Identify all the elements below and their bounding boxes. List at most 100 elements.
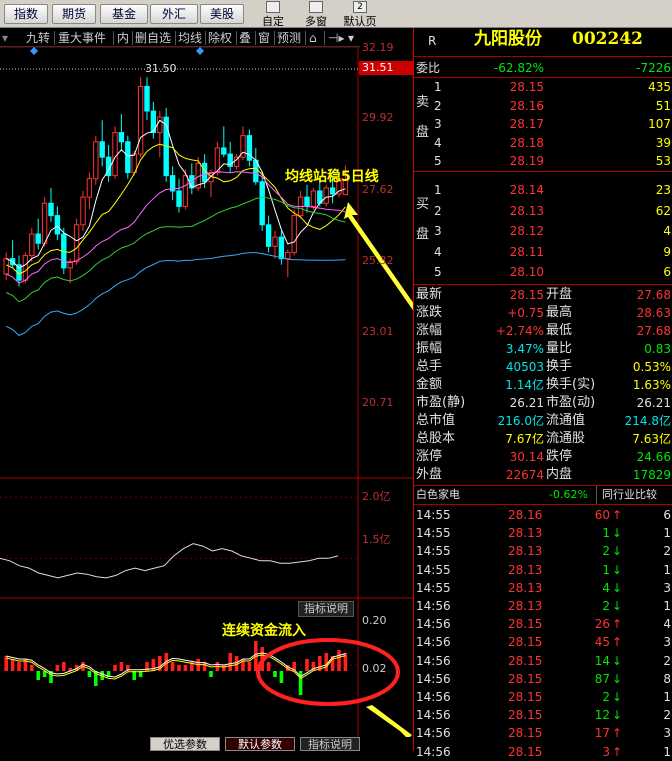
flow-bar xyxy=(170,662,175,671)
candle-body xyxy=(22,255,29,281)
flow-bar xyxy=(228,653,232,671)
stat-value: 40503 xyxy=(505,360,544,374)
candle-body xyxy=(54,215,61,235)
expand-icon[interactable]: ⊣▸ xyxy=(328,30,344,46)
stat-label: 总股本 xyxy=(416,431,456,446)
sell-price: 28.19 xyxy=(509,154,544,168)
tick-count: 2 xyxy=(663,708,671,723)
stat-label: 流通股 xyxy=(546,431,586,446)
tool-moving-average[interactable]: 均线 xyxy=(178,30,202,46)
candle-body xyxy=(48,202,54,217)
indicator-help-button[interactable]: 指标说明 xyxy=(298,601,354,617)
industry-compare-button[interactable]: 同行业比较 xyxy=(596,486,657,504)
candle-body xyxy=(310,190,317,207)
flow-bar xyxy=(87,671,92,677)
candle-body xyxy=(99,141,105,158)
tick-time: 14:56 xyxy=(416,635,451,650)
sector-name[interactable]: 白色家电 xyxy=(416,486,460,504)
stat-label: 外盘 xyxy=(416,467,443,482)
buy-level: 3 xyxy=(434,224,442,238)
bottom-tabs: 优选参数 默认参数 指标说明 xyxy=(150,737,410,751)
stat-value: 7.67亿 xyxy=(505,432,544,446)
flow-bar xyxy=(17,662,21,671)
tool-forecast[interactable]: 预测 xyxy=(277,30,301,46)
stat-label: 市盈(静) xyxy=(416,395,466,410)
stat-value: 26.21 xyxy=(636,396,671,410)
arrow-down-icon: ↓ xyxy=(612,653,623,668)
flow-bar xyxy=(324,653,328,671)
tick-price: 28.13 xyxy=(508,599,543,613)
candle-body xyxy=(182,175,189,207)
tick-price: 28.15 xyxy=(508,653,543,668)
arrow-down-icon: ↓ xyxy=(612,580,623,595)
tick-price: 28.15 xyxy=(508,744,543,759)
buy-price: 28.13 xyxy=(509,203,544,218)
flow-bar xyxy=(273,671,277,677)
tick-volume: 14 xyxy=(594,653,610,668)
tick-time: 14:55 xyxy=(416,526,451,541)
top-tab-bar: 指数 期货 基金 外汇 美股 自定 多窗 2 默认页 xyxy=(0,0,672,28)
stat-value: 26.21 xyxy=(509,396,544,410)
tick-time: 14:56 xyxy=(416,617,451,632)
flow-bar xyxy=(177,665,181,671)
flow-bar xyxy=(183,665,188,671)
tool-overlay[interactable]: 叠 xyxy=(239,30,251,46)
buy-price: 28.12 xyxy=(509,224,544,238)
tick-volume: 3 xyxy=(602,744,610,759)
price-tick: 25.32 xyxy=(362,254,394,267)
arrow-down-icon: ↓ xyxy=(612,708,623,723)
default-page-button[interactable]: 2 默认页 xyxy=(340,0,380,28)
volume-tick: 2.0亿 xyxy=(362,490,391,503)
tool-jiuzhuan[interactable]: 九转 xyxy=(26,30,50,46)
tab-futures[interactable]: 期货 xyxy=(52,4,96,24)
tab-forex[interactable]: 外汇 xyxy=(150,4,198,24)
sell-level: 5 xyxy=(434,154,442,168)
sell-side-label: 卖盘 xyxy=(416,95,430,140)
custom-button[interactable]: 自定 xyxy=(256,0,290,28)
chart-area xyxy=(0,47,413,737)
tab-funds[interactable]: 基金 xyxy=(100,4,148,24)
sell-level: 1 xyxy=(434,80,442,94)
tick-price: 28.15 xyxy=(508,671,543,686)
stock-name: 九阳股份 xyxy=(474,29,542,49)
stat-value: 3.47% xyxy=(505,342,544,356)
tool-ex-rights[interactable]: 除权 xyxy=(208,30,232,46)
stat-label: 最低 xyxy=(546,323,573,338)
tool-remove-favorite[interactable]: 删自选 xyxy=(135,30,171,46)
lock-icon[interactable]: ⌂ xyxy=(309,30,317,46)
flow-bar xyxy=(305,659,309,671)
arrow-down-icon: ↓ xyxy=(612,690,623,704)
tab-preferred-params[interactable]: 优选参数 xyxy=(150,737,220,751)
order-ratio-label: 委比 xyxy=(416,61,441,75)
tool-inner[interactable]: 内 xyxy=(117,30,129,46)
chevron-down-icon[interactable]: ▾ xyxy=(2,30,8,46)
tick-volume: 2 xyxy=(602,599,610,613)
stat-value: 17829 xyxy=(632,468,671,482)
candle-body xyxy=(118,132,125,143)
arrow-up-icon: ↑ xyxy=(612,635,623,650)
arrow-up-icon: ↑ xyxy=(612,744,623,759)
multi-window-button[interactable]: 多窗 xyxy=(298,0,334,28)
tab-default-params[interactable]: 默认参数 xyxy=(225,737,295,751)
sell-price: 28.16 xyxy=(509,98,544,113)
arrow-down-icon: ↓ xyxy=(612,599,623,613)
tool-major-events[interactable]: 重大事件 xyxy=(58,30,106,46)
tool-window[interactable]: 窗 xyxy=(258,30,270,46)
tab-indicator-help[interactable]: 指标说明 xyxy=(300,737,360,751)
stat-value: 28.63 xyxy=(636,306,671,320)
event-diamond xyxy=(196,47,204,55)
arrow-down-icon: ↓ xyxy=(612,544,623,559)
tick-count: 1 xyxy=(663,526,671,541)
current-price-tag: 31.51 xyxy=(359,61,413,75)
buy-level: 4 xyxy=(434,244,442,259)
stat-label: 涨幅 xyxy=(416,323,443,338)
flow-bar xyxy=(247,662,252,671)
flow-bar xyxy=(36,671,40,680)
dropdown-icon[interactable]: ▾ xyxy=(348,30,354,46)
tick-volume: 4 xyxy=(602,580,610,595)
tab-us-stocks[interactable]: 美股 xyxy=(200,4,244,24)
candle-body xyxy=(272,236,278,247)
candle-body xyxy=(3,258,9,275)
tab-index[interactable]: 指数 xyxy=(4,4,48,24)
stat-value: 7.63亿 xyxy=(632,432,671,446)
